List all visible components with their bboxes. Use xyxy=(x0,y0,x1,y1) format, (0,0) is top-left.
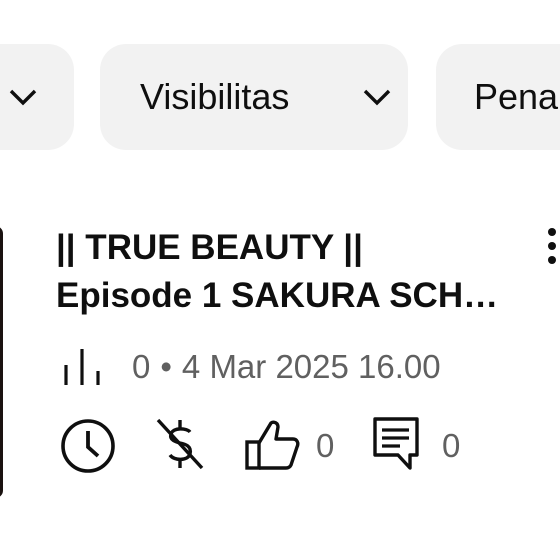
video-title-line-1: || TRUE BEAUTY || xyxy=(56,228,363,267)
thumbs-up-icon[interactable] xyxy=(244,418,300,472)
filter-chip-next[interactable]: Pena xyxy=(436,44,560,150)
filter-chip-visibility[interactable]: Visibilitas xyxy=(100,44,408,150)
likes-count: 0 xyxy=(316,427,335,464)
chevron-down-icon xyxy=(9,89,37,106)
more-vert-icon[interactable] xyxy=(540,226,560,268)
dollar-off-icon[interactable] xyxy=(154,416,206,472)
filter-chip-visibility-label: Visibilitas xyxy=(140,76,290,117)
chevron-down-icon xyxy=(363,89,391,106)
clock-icon[interactable] xyxy=(58,416,118,476)
filter-chip-previous[interactable] xyxy=(0,44,74,150)
filter-chip-next-label: Pena xyxy=(474,76,559,117)
views-count: 0 xyxy=(132,348,151,385)
video-title-line-2: Episode 1 SAKURA SCH… xyxy=(56,276,499,315)
bar-chart-icon xyxy=(64,349,100,385)
meta-separator: • xyxy=(160,348,172,385)
video-meta: 0 • 4 Mar 2025 16.00 xyxy=(62,344,441,390)
video-thumbnail[interactable] xyxy=(0,226,3,498)
comments-count: 0 xyxy=(442,427,461,464)
comment-icon[interactable] xyxy=(372,416,420,472)
video-title[interactable]: || TRUE BEAUTY || Episode 1 SAKURA SCH… xyxy=(56,224,536,320)
publish-date: 4 Mar 2025 16.00 xyxy=(181,348,441,385)
video-manager-screen: Visibilitas Pena || TRUE BEAUTY || Episo… xyxy=(0,0,560,560)
